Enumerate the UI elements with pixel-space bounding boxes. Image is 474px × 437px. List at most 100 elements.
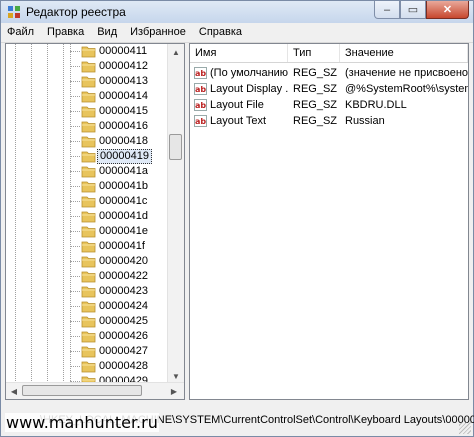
tree-item[interactable]: 00000415 — [64, 104, 172, 119]
folder-icon — [81, 286, 96, 298]
tree-item[interactable]: 0000041f — [64, 239, 172, 254]
folder-icon — [81, 166, 96, 178]
value-name: Layout Text — [210, 115, 267, 127]
value-row[interactable]: ab Layout Text REG_SZ Russian — [190, 113, 468, 129]
menu-view[interactable]: Вид — [91, 23, 124, 42]
tree-item[interactable]: 00000427 — [64, 344, 172, 359]
tree-item-label: 00000416 — [99, 120, 148, 132]
folder-icon — [81, 76, 96, 88]
key-tree-pane[interactable]: 00000411 00000412 00000413 00000414 00000415… — [5, 43, 185, 400]
value-row[interactable]: ab Layout File REG_SZ KBDRU.DLL — [190, 97, 468, 113]
tree-item[interactable]: 00000420 — [64, 254, 172, 269]
value-type: REG_SZ — [293, 83, 338, 95]
tree-item-label: 0000041d — [99, 210, 148, 222]
tree-item[interactable]: 0000041e — [64, 224, 172, 239]
scroll-left-icon[interactable]: ◀ — [6, 383, 22, 399]
tree-item-label: 0000041b — [99, 180, 148, 192]
tree-horizontal-scrollbar[interactable]: ◀ ▶ — [6, 382, 184, 399]
folder-icon — [81, 196, 96, 208]
tree-vertical-scrollbar[interactable]: ▲ ▼ — [167, 44, 184, 384]
string-value-icon: ab — [194, 115, 207, 127]
folder-icon — [81, 151, 96, 163]
folder-icon — [81, 121, 96, 133]
folder-icon — [81, 106, 96, 118]
string-value-icon: ab — [194, 83, 207, 95]
values-pane[interactable]: Имя Тип Значение ab (По умолчанию) REG_SZ(… — [189, 43, 469, 400]
value-type: REG_SZ — [293, 99, 338, 111]
tree-item-label: 0000041e — [99, 225, 148, 237]
menu-file[interactable]: Файл — [1, 23, 41, 42]
tree-item[interactable]: 00000423 — [64, 284, 172, 299]
minimize-icon: ‒ — [383, 3, 391, 16]
tree-item[interactable]: 00000422 — [64, 269, 172, 284]
column-data-header[interactable]: Значение — [340, 44, 468, 62]
window-title: Редактор реестра — [26, 5, 126, 19]
tree-item[interactable]: 00000425 — [64, 314, 172, 329]
menu-help[interactable]: Справка — [193, 23, 249, 42]
tree-item[interactable]: 0000041a — [64, 164, 172, 179]
values-list: ab (По умолчанию) REG_SZ (значение не присв… — [190, 65, 468, 129]
maximize-icon: ▭ — [407, 4, 419, 16]
tree-item[interactable]: 00000413 — [64, 74, 172, 89]
registry-editor-icon — [8, 6, 20, 18]
value-row[interactable]: ab (По умолчанию) REG_SZ (значение не присв… — [190, 65, 468, 81]
menu-favorites[interactable]: Избранное — [124, 23, 193, 42]
tree-item[interactable]: 00000416 — [64, 119, 172, 134]
values-header: Имя Тип Значение — [190, 44, 468, 63]
tree-item[interactable]: 00000419 — [64, 149, 172, 164]
folder-icon — [81, 301, 96, 313]
key-tree: 00000411 00000412 00000413 00000414 00000415… — [64, 44, 172, 399]
value-name: (По умолчанию) — [210, 67, 288, 79]
folder-icon — [81, 61, 96, 73]
tree-item[interactable]: 00000414 — [64, 89, 172, 104]
column-type-header[interactable]: Тип — [288, 44, 340, 62]
tree-item-label: 00000422 — [99, 270, 148, 282]
folder-icon — [81, 271, 96, 283]
tree-hscroll-thumb[interactable] — [22, 385, 142, 396]
tree-item[interactable]: 0000041b — [64, 179, 172, 194]
folder-icon — [81, 136, 96, 148]
folder-icon — [81, 226, 96, 238]
tree-item-label: 00000420 — [99, 255, 148, 267]
value-row[interactable]: ab Layout Display ... REG_SZ @%SystemRoot%\… — [190, 81, 468, 97]
value-data: (значение не присвоено) — [345, 67, 468, 79]
tree-item-label: 00000424 — [99, 300, 148, 312]
resize-grip-icon[interactable] — [459, 422, 471, 434]
tree-item[interactable]: 0000041c — [64, 194, 172, 209]
tree-scroll-thumb[interactable] — [169, 134, 182, 160]
tree-item[interactable]: 00000428 — [64, 359, 172, 374]
scroll-up-icon[interactable]: ▲ — [168, 44, 184, 60]
scroll-right-icon[interactable]: ▶ — [166, 383, 182, 399]
folder-icon — [81, 211, 96, 223]
folder-icon — [81, 346, 96, 358]
minimize-button[interactable]: ‒ — [374, 1, 400, 19]
maximize-button[interactable]: ▭ — [400, 1, 426, 19]
value-type: REG_SZ — [293, 115, 338, 127]
folder-icon — [81, 256, 96, 268]
tree-item[interactable]: 00000418 — [64, 134, 172, 149]
close-button[interactable]: ✕ — [426, 1, 469, 19]
value-data: @%SystemRoot%\system32 — [345, 83, 468, 95]
column-name-header[interactable]: Имя — [190, 44, 288, 62]
tree-item[interactable]: 00000426 — [64, 329, 172, 344]
tree-item[interactable]: 0000041d — [64, 209, 172, 224]
string-value-icon: ab — [194, 99, 207, 111]
value-name: Layout Display ... — [210, 83, 288, 95]
value-name: Layout File — [210, 99, 264, 111]
value-data: KBDRU.DLL — [345, 99, 407, 111]
value-type: REG_SZ — [293, 67, 338, 79]
tree-item[interactable]: 00000424 — [64, 299, 172, 314]
folder-icon — [81, 91, 96, 103]
tree-item[interactable]: 00000411 — [64, 44, 172, 59]
tree-item-label: 00000412 — [99, 60, 148, 72]
title-bar[interactable]: Редактор реестра ‒ ▭ ✕ — [1, 1, 473, 23]
tree-item-label: 00000413 — [99, 75, 148, 87]
folder-icon — [81, 181, 96, 193]
tree-item[interactable]: 00000412 — [64, 59, 172, 74]
watermark: www.manhunter.ru — [5, 413, 159, 432]
registry-editor-window: Редактор реестра ‒ ▭ ✕ Файл Правка Вид И… — [0, 0, 474, 437]
menu-edit[interactable]: Правка — [41, 23, 91, 42]
tree-item-label: 00000414 — [99, 90, 148, 102]
tree-item-label: 00000425 — [99, 315, 148, 327]
folder-icon — [81, 241, 96, 253]
